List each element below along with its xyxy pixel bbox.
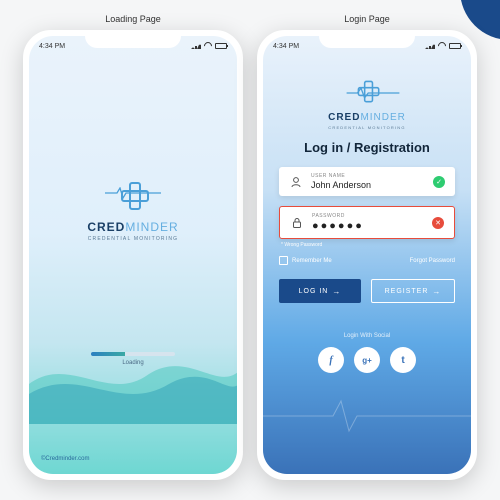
phone-notch	[319, 32, 415, 48]
battery-icon	[215, 43, 227, 49]
options-row: Remember Me Forgot Password	[279, 256, 455, 265]
status-icons	[191, 42, 227, 50]
signal-icon	[425, 43, 435, 49]
social-login-label: Login With Social	[344, 333, 390, 339]
loading-page-label: Loading Page	[105, 14, 161, 24]
lock-icon	[290, 216, 304, 230]
brand-url: ©Credminder.com	[41, 456, 89, 462]
wifi-icon	[436, 40, 447, 51]
google-button[interactable]: g+	[354, 347, 380, 373]
mockup-canvas: Loading Page 4:34 PM	[0, 0, 500, 494]
brand-logo-block: CREDMINDER CREDENTIAL MONITORING	[87, 176, 178, 242]
facebook-button[interactable]: f	[318, 347, 344, 373]
button-row: LOG IN → REGISTER →	[279, 279, 455, 303]
login-column: Login Page 4:34 PM	[257, 14, 477, 480]
arrow-right-icon: →	[432, 287, 441, 296]
wifi-icon	[202, 40, 213, 51]
battery-icon	[449, 43, 461, 49]
user-icon	[289, 175, 303, 189]
password-label: PASSWORD	[312, 213, 424, 219]
brand-tagline: CREDENTIAL MONITORING	[328, 125, 405, 130]
brand-logo-mark	[345, 76, 389, 104]
status-time: 4:34 PM	[273, 43, 299, 50]
status-time: 4:34 PM	[39, 43, 65, 50]
error-icon: ✕	[432, 217, 444, 229]
phone-notch	[85, 32, 181, 48]
signal-icon	[191, 43, 201, 49]
remember-me[interactable]: Remember Me	[279, 256, 332, 265]
forgot-password-link[interactable]: Forgot Password	[410, 258, 455, 264]
arrow-right-icon: →	[332, 287, 341, 296]
login-screen: 4:34 PM CREDMINDER CREDENTIAL	[263, 36, 471, 474]
twitter-icon: t	[401, 355, 404, 366]
loading-background: CREDMINDER CREDENTIAL MONITORING Loading…	[29, 36, 237, 474]
twitter-button[interactable]: t	[390, 347, 416, 373]
brand-tagline: CREDENTIAL MONITORING	[88, 236, 178, 242]
remember-checkbox[interactable]	[279, 256, 288, 265]
check-icon: ✓	[433, 176, 445, 188]
password-error-msg: * Wrong Password	[279, 242, 455, 248]
username-field[interactable]: USER NAME John Anderson ✓	[279, 167, 455, 196]
brand-logo-mark	[105, 176, 161, 212]
brand-logo-block: CREDMINDER CREDENTIAL MONITORING	[328, 76, 406, 130]
google-plus-icon: g+	[362, 356, 372, 365]
remember-label: Remember Me	[292, 258, 332, 264]
login-title: Log in / Registration	[304, 140, 430, 155]
wave-decor	[29, 344, 237, 424]
medical-cross-icon	[358, 81, 377, 100]
facebook-icon: f	[329, 355, 332, 366]
login-form: USER NAME John Anderson ✓	[279, 167, 455, 248]
username-value: John Anderson	[311, 180, 425, 190]
ekg-background-decor	[263, 396, 471, 436]
phone-frame-login: 4:34 PM CREDMINDER CREDENTIAL	[257, 30, 477, 480]
register-button[interactable]: REGISTER →	[371, 279, 455, 303]
login-page-label: Login Page	[344, 14, 390, 24]
brand-name: CREDMINDER	[328, 112, 406, 123]
status-icons	[425, 42, 461, 50]
loading-column: Loading Page 4:34 PM	[23, 14, 243, 480]
username-label: USER NAME	[311, 173, 425, 179]
loading-screen: 4:34 PM CREDMINDER CREDENTIAL	[29, 36, 237, 474]
login-background: CREDMINDER CREDENTIAL MONITORING Log in …	[263, 36, 471, 474]
login-button[interactable]: LOG IN →	[279, 279, 361, 303]
medical-cross-icon	[121, 182, 145, 206]
password-field[interactable]: PASSWORD ●●●●●● ✕	[279, 206, 455, 239]
brand-name: CREDMINDER	[87, 220, 178, 234]
social-buttons: f g+ t	[318, 347, 416, 373]
phone-frame-loading: 4:34 PM CREDMINDER CREDENTIAL	[23, 30, 243, 480]
password-value: ●●●●●●	[312, 220, 424, 232]
